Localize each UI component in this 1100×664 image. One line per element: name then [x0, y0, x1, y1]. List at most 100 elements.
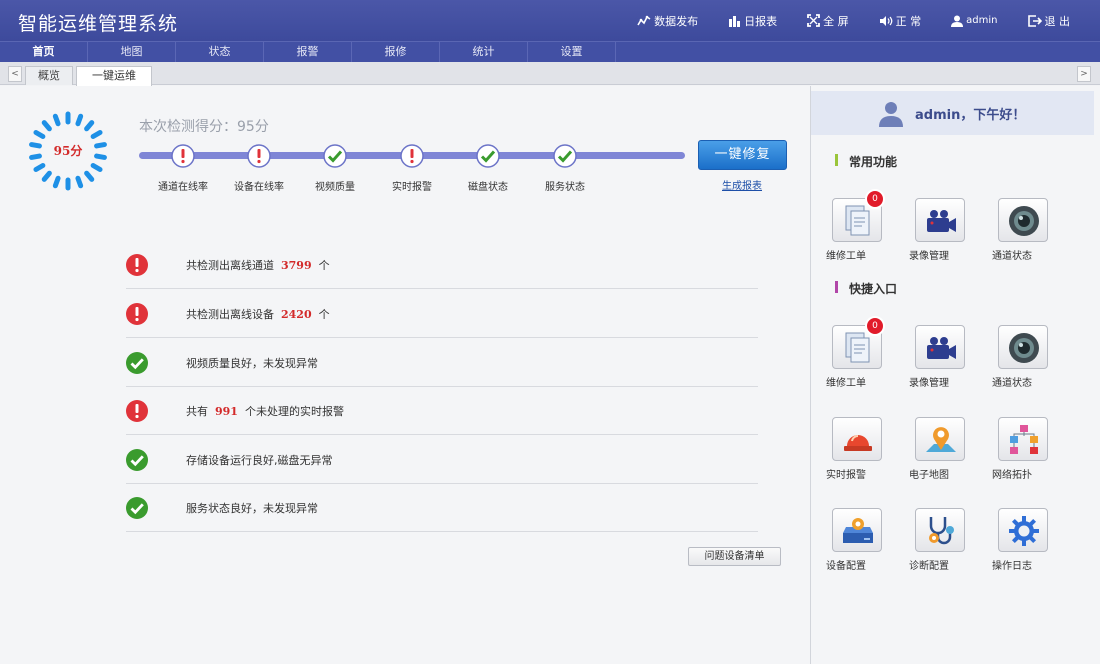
- nav-item-status[interactable]: 状态: [176, 42, 264, 62]
- main-nav: 首页 地图 状态 报警 报修 统计 设置: [0, 41, 1100, 62]
- one-click-fix-button[interactable]: 一键修复: [698, 140, 787, 170]
- tile-label: 维修工单: [826, 378, 866, 389]
- right-panel: admin，下午好！ 常用功能 0 维修工单 录像管理 通道状态 快捷入口 0 …: [810, 86, 1100, 664]
- device-config-icon: [843, 518, 873, 543]
- tile-label: 网络拓扑: [992, 470, 1032, 481]
- common-functions-title: 常用功能: [835, 153, 897, 170]
- top-header: 智能运维管理系统 数据发布 日报表 全 屏 正 常 admin 退 出: [0, 0, 1100, 41]
- user-menu[interactable]: admin: [951, 15, 998, 27]
- check-icon: [126, 497, 148, 519]
- gear-icon: [1009, 516, 1039, 546]
- tile-repair-order[interactable]: 0 维修工单: [826, 189, 890, 262]
- daily-report-button[interactable]: 日报表: [728, 13, 777, 29]
- bar-chart-icon: [729, 15, 741, 27]
- map-pin-icon: [926, 427, 956, 452]
- sound-status-label: 正 常: [895, 14, 922, 28]
- alarm-light-icon: [844, 434, 872, 451]
- tile-repair-order[interactable]: 0 维修工单: [826, 316, 890, 389]
- nav-item-map[interactable]: 地图: [88, 42, 176, 62]
- tile-label: 通道状态: [992, 251, 1032, 262]
- score-value: 95分: [53, 144, 83, 158]
- logout-label: 退 出: [1044, 14, 1071, 28]
- check-icon: [126, 449, 148, 471]
- result-text-pre: 共有: [186, 405, 215, 418]
- greeting-banner: admin，下午好！: [811, 91, 1094, 135]
- step-realtime-alarm-error-icon: [400, 144, 424, 168]
- error-icon: [126, 254, 148, 276]
- tile-diagnosis-config[interactable]: 诊断配置: [909, 508, 973, 572]
- user-name: admin: [966, 15, 998, 26]
- offline-device-count: 2420: [281, 308, 312, 321]
- nav-item-statistics[interactable]: 统计: [440, 42, 528, 62]
- tile-box: [915, 198, 965, 242]
- tile-network-topology[interactable]: 网络拓扑: [992, 417, 1056, 481]
- tile-operation-log[interactable]: 操作日志: [992, 508, 1056, 572]
- logout-icon: [1027, 14, 1042, 27]
- result-text: 共检测出离线通道 3799 个: [186, 257, 330, 273]
- quick-entry-label: 快捷入口: [849, 282, 898, 296]
- tile-label: 设备配置: [826, 561, 866, 572]
- step-label-service-status: 服务状态: [545, 182, 585, 193]
- tile-box: [998, 508, 1048, 552]
- step-label-channel-online: 通道在线率: [158, 182, 208, 193]
- result-row: 服务状态良好，未发现异常: [126, 483, 758, 532]
- tile-box: [998, 325, 1048, 369]
- fullscreen-icon: [807, 14, 821, 27]
- error-icon: [126, 400, 148, 422]
- app-title: 智能运维管理系统: [18, 13, 179, 35]
- tile-box: [832, 508, 882, 552]
- tile-device-config[interactable]: 设备配置: [826, 508, 890, 572]
- nav-item-settings[interactable]: 设置: [528, 42, 616, 62]
- main-content: 95分 本次检测得分：95分 通道在线率 设备在线率 视频质量 实时报警 磁盘状…: [0, 86, 810, 664]
- common-functions-label: 常用功能: [849, 155, 898, 169]
- tile-label: 通道状态: [992, 378, 1032, 389]
- tab-overview[interactable]: 概览: [25, 66, 73, 85]
- step-label-device-online: 设备在线率: [234, 182, 284, 193]
- step-label-realtime-alarm: 实时报警: [392, 182, 432, 193]
- stethoscope-icon: [929, 517, 954, 545]
- tile-electronic-map[interactable]: 电子地图: [909, 417, 973, 481]
- publish-data-label: 数据发布: [654, 14, 699, 28]
- error-icon: [126, 303, 148, 325]
- tile-label: 维修工单: [826, 251, 866, 262]
- nav-item-home[interactable]: 首页: [0, 42, 88, 62]
- publish-data-button[interactable]: 数据发布: [637, 13, 698, 29]
- video-camera-icon: [927, 210, 956, 232]
- step-video-quality-ok-icon: [323, 144, 347, 168]
- score-caption: 本次检测得分：95分: [139, 119, 269, 135]
- chart-line-icon: [637, 15, 651, 25]
- tab-scroll-left-button[interactable]: <: [8, 66, 22, 82]
- tile-box: [915, 417, 965, 461]
- result-text: 服务状态良好，未发现异常: [186, 502, 318, 515]
- result-text-post: 个: [311, 259, 330, 272]
- generate-report-link[interactable]: 生成报表: [722, 177, 762, 192]
- result-row: 视频质量良好，未发现异常: [126, 338, 758, 387]
- result-row: 存储设备运行良好,磁盘无异常: [126, 435, 758, 484]
- tile-realtime-alarm[interactable]: 实时报警: [826, 417, 890, 481]
- tile-box: [915, 325, 965, 369]
- step-device-online-error-icon: [247, 144, 271, 168]
- sound-status-button[interactable]: 正 常: [879, 13, 922, 29]
- result-text-post: 个未处理的实时报警: [237, 405, 344, 418]
- result-row: 共检测出离线设备 2420 个: [126, 289, 758, 338]
- problem-device-list-button[interactable]: 问题设备清单: [688, 547, 781, 566]
- fullscreen-button[interactable]: 全 屏: [807, 13, 849, 29]
- logout-button[interactable]: 退 出: [1027, 13, 1071, 29]
- tile-channel-status[interactable]: 通道状态: [992, 198, 1056, 262]
- tile-recording-management[interactable]: 录像管理: [909, 198, 973, 262]
- nav-item-alarm[interactable]: 报警: [264, 42, 352, 62]
- tab-scroll-right-button[interactable]: >: [1077, 66, 1091, 82]
- tile-recording-management[interactable]: 录像管理: [909, 325, 973, 389]
- result-text: 共有 991 个未处理的实时报警: [186, 403, 344, 419]
- fullscreen-label: 全 屏: [823, 14, 849, 28]
- tab-one-click-ops[interactable]: 一键运维: [76, 66, 152, 86]
- tile-box: [998, 198, 1048, 242]
- video-camera-icon: [927, 337, 956, 359]
- unhandled-alarm-count: 991: [215, 405, 238, 418]
- tile-channel-status[interactable]: 通道状态: [992, 325, 1056, 389]
- nav-item-repair[interactable]: 报修: [352, 42, 440, 62]
- speaker-icon: [879, 15, 893, 26]
- result-text-post: 个: [311, 308, 330, 321]
- tile-label: 电子地图: [909, 470, 949, 481]
- step-channel-online-error-icon: [171, 144, 195, 168]
